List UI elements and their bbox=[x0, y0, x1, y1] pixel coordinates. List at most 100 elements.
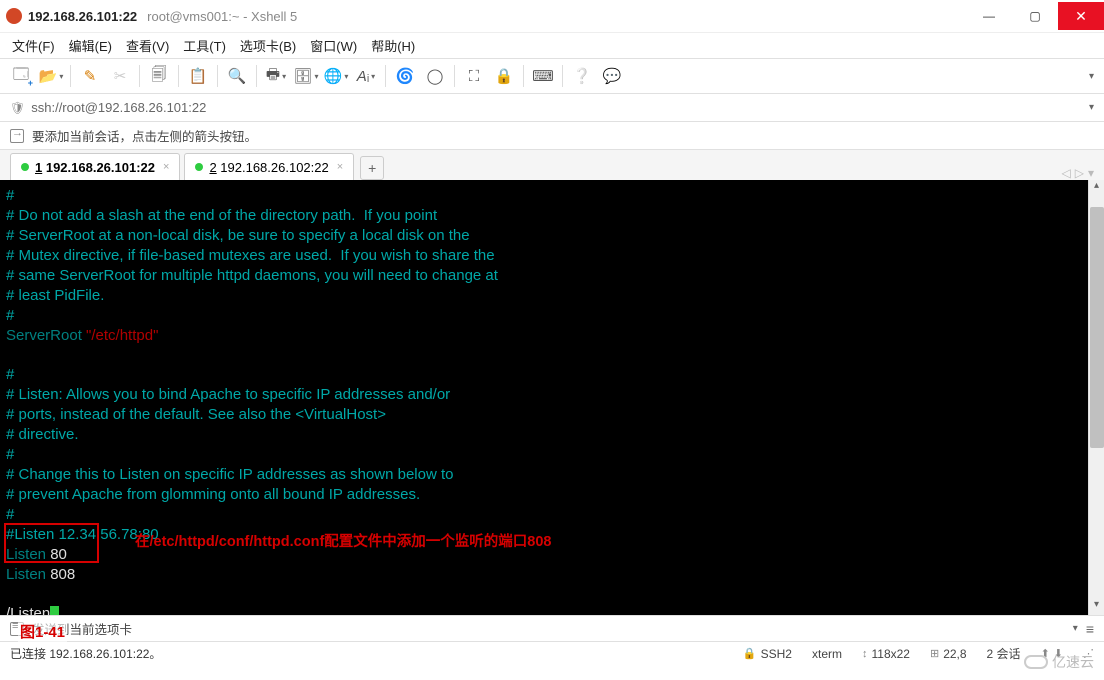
address-bar[interactable]: 🛡 ssh://root@192.168.26.101:22 ▾ bbox=[0, 94, 1104, 122]
menu-view[interactable]: 查看(V) bbox=[126, 36, 169, 55]
toolbar: 🗔+ 📂 ✎ ✂ 🗐 📋 🔍 🖶 🗄 🌐 Aᵢ 🌀 ◯ ⛶ 🔒 ⌨ ❔ 💬 ▾ bbox=[0, 58, 1104, 94]
status-proto: SSH2 bbox=[761, 647, 792, 661]
size-icon: ↕ bbox=[862, 648, 868, 660]
tab-strip: 1 192.168.26.101:22 × 2 192.168.26.102:2… bbox=[0, 150, 1104, 180]
refresh-icon[interactable]: 🌀 bbox=[394, 65, 416, 87]
serverroot-val: "/etc/httpd" bbox=[82, 327, 159, 344]
hint-bar: 要添加当前会话，点击左侧的箭头按钮。 bbox=[0, 122, 1104, 150]
maximize-button[interactable]: ▢ bbox=[1012, 2, 1058, 30]
terminal-line: # same ServerRoot for multiple httpd dae… bbox=[6, 267, 498, 284]
scroll-up-icon[interactable]: ▴ bbox=[1089, 180, 1104, 196]
annotation-text: 在/etc/httpd/conf/httpd.conf配置文件中添加一个监听的端… bbox=[135, 530, 551, 551]
app-icon bbox=[6, 8, 22, 24]
lock-small-icon: 🔒 bbox=[743, 647, 757, 660]
status-connection: 已连接 192.168.26.101:22。 bbox=[10, 645, 723, 662]
reconnect-icon[interactable]: ✎ bbox=[79, 65, 101, 87]
send-dropdown-icon[interactable]: ▾ bbox=[1073, 623, 1078, 634]
annotation-box bbox=[4, 523, 99, 563]
shield-icon: 🛡 bbox=[10, 101, 25, 115]
tab-prev-icon[interactable]: ◁ bbox=[1062, 166, 1071, 180]
listen-val: 808 bbox=[46, 566, 75, 583]
minimize-button[interactable]: — bbox=[966, 2, 1012, 30]
serverroot-key: ServerRoot bbox=[6, 327, 82, 344]
status-sessions: 2 会话 bbox=[987, 645, 1021, 662]
window-title-host: 192.168.26.101:22 bbox=[28, 9, 137, 24]
menu-bar: 文件(F) 编辑(E) 查看(V) 工具(T) 选项卡(B) 窗口(W) 帮助(… bbox=[0, 32, 1104, 58]
tab-close-icon[interactable]: × bbox=[163, 161, 169, 173]
tab-close-icon[interactable]: × bbox=[337, 161, 343, 173]
cursor bbox=[50, 606, 59, 615]
status-term: xterm bbox=[812, 647, 842, 661]
search-text: /Listen bbox=[6, 605, 50, 615]
menu-help[interactable]: 帮助(H) bbox=[371, 36, 415, 55]
print-icon[interactable]: 🖶 bbox=[265, 65, 287, 87]
status-dot-icon bbox=[195, 163, 203, 171]
terminal-line: # prevent Apache from glomming onto all … bbox=[6, 486, 420, 503]
status-size: 118x22 bbox=[871, 647, 909, 661]
paste-icon[interactable]: 📋 bbox=[187, 65, 209, 87]
terminal-wrap: # # Do not add a slash at the end of the… bbox=[0, 180, 1104, 615]
copy-icon[interactable]: 🗐 bbox=[148, 65, 170, 87]
globe-icon[interactable]: 🌐 bbox=[325, 65, 347, 87]
terminal-line: # bbox=[6, 307, 14, 324]
terminal-line: # bbox=[6, 446, 14, 463]
hint-text: 要添加当前会话，点击左侧的箭头按钮。 bbox=[32, 126, 257, 145]
down-arrow-icon[interactable]: ⬇ bbox=[1054, 647, 1063, 660]
menu-tabs[interactable]: 选项卡(B) bbox=[240, 36, 296, 55]
close-button[interactable]: ✕ bbox=[1058, 2, 1104, 30]
fullscreen-icon[interactable]: ⛶ bbox=[463, 65, 485, 87]
listen-key: Listen bbox=[6, 566, 46, 583]
help-icon[interactable]: ❔ bbox=[571, 65, 593, 87]
terminal-line: # bbox=[6, 506, 14, 523]
terminal-line: # least PidFile. bbox=[6, 287, 104, 304]
open-session-icon[interactable]: 📂 bbox=[40, 65, 62, 87]
scroll-down-icon[interactable]: ▾ bbox=[1089, 599, 1104, 615]
session-tab-2-label: 2 192.168.26.102:22 bbox=[209, 160, 328, 175]
terminal-line: # bbox=[6, 187, 14, 204]
address-dropdown-icon[interactable]: ▾ bbox=[1089, 102, 1094, 113]
new-tab-button[interactable]: + bbox=[360, 156, 384, 180]
terminal-line: # Listen: Allows you to bind Apache to s… bbox=[6, 386, 450, 403]
terminal-line: # Mutex directive, if file-based mutexes… bbox=[6, 247, 495, 264]
record-icon[interactable]: ◯ bbox=[424, 65, 446, 87]
status-bar: 已连接 192.168.26.101:22。 🔒 SSH2 xterm ↕118x… bbox=[0, 641, 1104, 665]
session-tab-1[interactable]: 1 192.168.26.101:22 × bbox=[10, 153, 180, 180]
session-tab-1-label: 1 192.168.26.101:22 bbox=[35, 160, 155, 175]
font-icon[interactable]: Aᵢ bbox=[355, 65, 377, 87]
status-pos: 22,8 bbox=[943, 647, 966, 661]
menu-window[interactable]: 窗口(W) bbox=[310, 36, 357, 55]
address-text: ssh://root@192.168.26.101:22 bbox=[31, 100, 206, 115]
menu-tools[interactable]: 工具(T) bbox=[183, 36, 226, 55]
properties-icon[interactable]: 🗄 bbox=[295, 65, 317, 87]
terminal-line: # bbox=[6, 366, 14, 383]
tab-menu-icon[interactable]: ▾ bbox=[1088, 166, 1094, 180]
terminal-scrollbar[interactable]: ▴ ▾ bbox=[1088, 180, 1104, 615]
figure-label: 图1-41 bbox=[18, 621, 67, 642]
window-title-sub: root@vms001:~ - Xshell 5 bbox=[147, 9, 297, 24]
window-controls: — ▢ ✕ bbox=[966, 2, 1104, 30]
arrow-box-icon[interactable] bbox=[10, 129, 24, 143]
title-bar: 192.168.26.101:22 root@vms001:~ - Xshell… bbox=[0, 0, 1104, 32]
lock-icon[interactable]: 🔒 bbox=[493, 65, 515, 87]
terminal-line: # Change this to Listen on specific IP a… bbox=[6, 466, 454, 483]
terminal-line: # directive. bbox=[6, 426, 79, 443]
toolbar-overflow-icon[interactable]: ▾ bbox=[1089, 71, 1094, 82]
menu-file[interactable]: 文件(F) bbox=[12, 36, 55, 55]
terminal-line: # ports, instead of the default. See als… bbox=[6, 406, 386, 423]
pos-icon: ⊞ bbox=[930, 647, 939, 660]
tab-next-icon[interactable]: ▷ bbox=[1075, 166, 1084, 180]
session-tab-2[interactable]: 2 192.168.26.102:22 × bbox=[184, 153, 354, 180]
terminal-line: # Do not add a slash at the end of the d… bbox=[6, 207, 437, 224]
search-icon[interactable]: 🔍 bbox=[226, 65, 248, 87]
up-arrow-icon[interactable]: ⬆ bbox=[1041, 647, 1050, 660]
new-session-icon[interactable]: 🗔+ bbox=[10, 65, 32, 87]
status-dot-icon bbox=[21, 163, 29, 171]
send-hint-bar: 发送到当前选项卡 ▾ ≡ bbox=[0, 615, 1104, 641]
keyboard-icon[interactable]: ⌨ bbox=[532, 65, 554, 87]
send-menu-icon[interactable]: ≡ bbox=[1086, 621, 1094, 637]
terminal-line: # ServerRoot at a non-local disk, be sur… bbox=[6, 227, 470, 244]
menu-edit[interactable]: 编辑(E) bbox=[69, 36, 112, 55]
chat-icon[interactable]: 💬 bbox=[601, 65, 623, 87]
grip-icon: ⋰ bbox=[1083, 647, 1094, 660]
disconnect-icon[interactable]: ✂ bbox=[109, 65, 131, 87]
